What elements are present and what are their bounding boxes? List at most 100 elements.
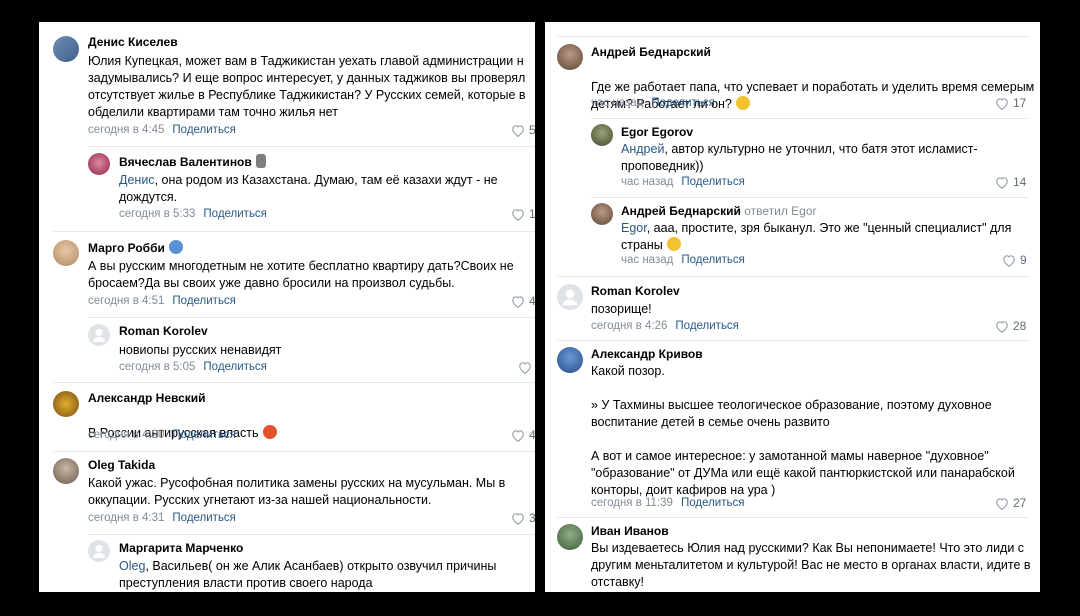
comment-meta: сегодня в 4:26 Поделиться — [591, 319, 739, 334]
comment-meta: сегодня в 4:31 Поделиться — [88, 511, 236, 526]
comment-time[interactable]: сегодня в 11:39 — [591, 497, 673, 509]
reply-mention[interactable]: Egor — [621, 221, 647, 235]
comment-meta: сегодня в 11:39 Поделиться — [591, 496, 744, 511]
comment-meta: сегодня в 5:05 Поделиться — [119, 360, 267, 375]
comment-time[interactable]: сегодня в 4:20 — [88, 429, 164, 441]
like-button[interactable]: 9 — [1002, 253, 1027, 268]
comment-time[interactable]: час назад — [621, 254, 673, 266]
like-button[interactable]: 14 — [995, 175, 1026, 190]
avatar[interactable] — [88, 153, 110, 175]
comment-author[interactable]: Roman Korolev — [119, 324, 208, 339]
comment-author[interactable]: Egor Egorov — [621, 125, 693, 140]
comment-meta: час назад Поделиться — [621, 253, 745, 268]
heart-icon — [512, 125, 524, 138]
divider — [591, 197, 1028, 198]
avatar[interactable] — [557, 284, 583, 310]
avatar[interactable] — [88, 324, 110, 346]
like-button[interactable]: 5 — [511, 123, 535, 138]
comment-author[interactable]: Денис Киселев — [88, 35, 178, 50]
comment-text: Вы издеваетесь Юлия над русскими? Как Вы… — [591, 541, 1031, 589]
comment-time[interactable]: сегодня в 4:51 — [88, 295, 164, 307]
replied-to-label[interactable]: ответил Egor — [744, 204, 816, 218]
avatar[interactable] — [591, 124, 613, 146]
like-button[interactable]: 3 — [511, 511, 535, 526]
comment-author[interactable]: Маргарита Марченко — [119, 541, 243, 556]
comment-text: Юлия Купецкая, может вам в Таджикистан у… — [88, 54, 526, 119]
comment-meta: сегодня в 4:45 Поделиться — [88, 123, 236, 138]
share-button[interactable]: Поделиться — [681, 254, 745, 266]
like-button[interactable] — [518, 360, 535, 375]
share-button[interactable]: Поделиться — [172, 429, 236, 441]
like-count: 4 — [529, 428, 535, 442]
comment-text: Какой позор. » У Тахмины высшее теологич… — [591, 364, 1015, 497]
like-count: 14 — [1013, 175, 1027, 189]
comment-text: Какой ужас. Русофобная политика замены р… — [88, 476, 506, 507]
share-button[interactable]: Поделиться — [651, 97, 715, 109]
share-button[interactable]: Поделиться — [675, 320, 739, 332]
divider — [53, 382, 535, 383]
like-button[interactable]: 4 — [511, 294, 535, 309]
divider — [557, 36, 1028, 37]
avatar[interactable] — [557, 347, 583, 373]
comment-text: Денис, она родом из Казахстана. Думаю, т… — [119, 173, 498, 204]
like-count: 9 — [1020, 253, 1027, 267]
divider — [88, 146, 535, 147]
avatar[interactable] — [557, 44, 583, 70]
comment-author[interactable]: Александр Кривов — [591, 347, 703, 362]
like-count: 4 — [529, 294, 535, 308]
comment-time[interactable]: сегодня в 5:05 — [119, 361, 195, 373]
reply-mention[interactable]: Oleg — [119, 559, 145, 573]
like-button[interactable]: 1 — [511, 207, 535, 222]
share-button[interactable]: Поделиться — [203, 208, 267, 220]
comment-author[interactable]: Андрей Беднарский — [591, 45, 711, 60]
divider — [557, 276, 1028, 277]
share-button[interactable]: Поделиться — [681, 497, 745, 509]
comment-meta: сегодня в 5:33 Поделиться — [119, 207, 267, 222]
avatar[interactable] — [53, 240, 79, 266]
share-button[interactable]: Поделиться — [172, 512, 236, 524]
comment-time[interactable]: час назад — [591, 97, 643, 109]
avatar[interactable] — [53, 391, 79, 417]
comment-time[interactable]: сегодня в 4:31 — [88, 512, 164, 524]
like-button[interactable]: 27 — [995, 496, 1026, 511]
comment-author[interactable]: Вячеслав Валентинов — [119, 154, 266, 170]
comment-meta: сегодня в 4:20 Поделиться — [88, 428, 236, 443]
like-button[interactable]: 17 — [995, 96, 1026, 111]
comment-author[interactable]: Александр Невский — [88, 391, 206, 406]
comment-text: новиопы русских ненавидят — [119, 343, 282, 357]
like-button[interactable]: 4 — [511, 428, 535, 443]
reply-mention[interactable]: Денис — [119, 173, 155, 187]
like-count: 27 — [1013, 496, 1027, 510]
comment-author[interactable]: Roman Korolev — [591, 284, 680, 299]
comment-time[interactable]: сегодня в 4:45 — [88, 124, 164, 136]
share-button[interactable]: Поделиться — [172, 124, 236, 136]
share-button[interactable]: Поделиться — [172, 295, 236, 307]
comment-author[interactable]: Иван Иванов — [591, 524, 669, 539]
reply-mention[interactable]: Андрей — [621, 142, 664, 156]
divider — [53, 231, 535, 232]
comment-time[interactable]: сегодня в 4:26 — [591, 320, 667, 332]
comment-meta: сегодня в 4:51 Поделиться — [88, 294, 236, 309]
share-button[interactable]: Поделиться — [681, 176, 745, 188]
avatar[interactable] — [53, 36, 79, 62]
avatar[interactable] — [88, 540, 110, 562]
heart-icon — [996, 98, 1008, 111]
comment-author[interactable]: Марго Робби — [88, 240, 183, 256]
comment-author[interactable]: Андрей Беднарский ответил Egor — [621, 204, 817, 219]
like-button[interactable]: 28 — [995, 319, 1026, 334]
moai-emoji-icon — [255, 154, 266, 168]
laughing-face-emoji-icon — [735, 96, 750, 110]
like-count: 28 — [1013, 319, 1027, 333]
heart-icon — [519, 362, 531, 375]
avatar[interactable] — [53, 458, 79, 484]
comment-time[interactable]: час назад — [621, 176, 673, 188]
heart-icon — [1003, 255, 1015, 268]
divider — [53, 451, 535, 452]
comment-author[interactable]: Oleg Takida — [88, 458, 155, 473]
avatar[interactable] — [557, 524, 583, 550]
default-avatar-icon — [562, 289, 578, 306]
share-button[interactable]: Поделиться — [203, 361, 267, 373]
comment-text: позорище! — [591, 302, 652, 316]
avatar[interactable] — [591, 203, 613, 225]
comment-time[interactable]: сегодня в 5:33 — [119, 208, 195, 220]
